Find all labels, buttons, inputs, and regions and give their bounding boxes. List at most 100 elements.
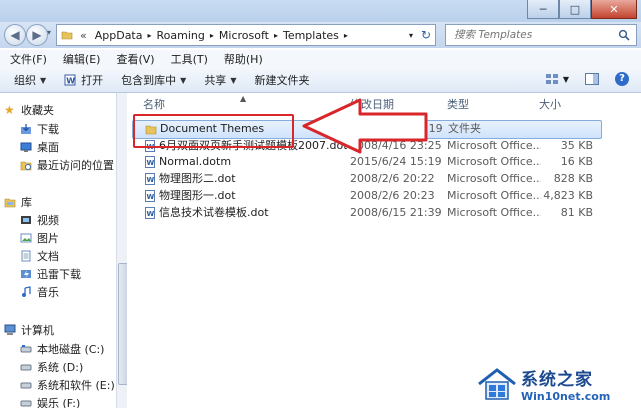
chevron-down-icon: ▼ [230,75,237,85]
sidebar-item-drive-e[interactable]: 系统和软件 (E:) [20,377,115,393]
new-folder-button[interactable]: 新建文件夹 [254,72,309,88]
column-header-size[interactable]: 大小 [539,95,561,113]
star-icon: ★ [4,103,15,117]
sidebar-item-drive-d[interactable]: 系统 (D:) [20,359,83,375]
file-row[interactable]: W Normal.dotm 2015/6/24 15:19 Microsoft … [127,154,641,170]
sidebar-item-documents[interactable]: 文档 [20,248,59,264]
recent-pages-dropdown[interactable]: ▾ [47,28,51,37]
sidebar-item-thunder-downloads[interactable]: 迅雷下载 [20,266,81,282]
word-template-icon: W [145,156,155,168]
file-type: 文件夹 [448,122,481,135]
breadcrumb-microsoft[interactable]: Microsoft [219,29,269,42]
new-folder-label: 新建文件夹 [254,74,310,87]
file-row[interactable]: W 信息技术试卷模板.dot 2008/6/15 21:39 Microsoft… [127,205,641,221]
file-size: 81 KB [560,206,593,219]
sidebar-item-downloads[interactable]: 下载 [20,121,59,137]
word-template-icon: W [145,207,155,219]
file-type: Microsoft Office... [447,155,541,168]
breadcrumb-separator[interactable]: ▸ [344,31,348,40]
change-view-button[interactable]: ▼ [545,73,569,85]
svg-text:W: W [66,77,75,86]
sidebar-item-desktop[interactable]: 桌面 [20,139,59,155]
search-input[interactable] [452,28,606,42]
drive-icon [20,382,32,389]
include-in-library-button[interactable]: 包含到库中 ▼ [121,72,186,88]
column-header-name[interactable]: 名称 [143,95,165,113]
sidebar-item-drive-c[interactable]: 本地磁盘 (C:) [20,341,104,357]
sidebar-item-drive-f[interactable]: 娱乐 (F:) [20,395,80,408]
breadcrumb-separator[interactable]: ▸ [148,31,152,40]
sidebar-item-label: 系统和软件 (E:) [37,379,115,392]
file-name: 物理图形二.dot [159,172,236,185]
file-type: Microsoft Office... [447,206,541,219]
highlight-box [133,114,294,148]
address-history-dropdown[interactable]: ▾ [409,31,413,40]
sidebar-item-pictures[interactable]: 图片 [20,230,59,246]
address-overflow[interactable]: « [80,29,87,42]
file-row[interactable]: W 物理图形二.dot 2008/2/6 20:22 Microsoft Off… [127,171,641,187]
minimize-button[interactable]: ─ [527,0,559,19]
view-icon [545,74,558,84]
sidebar-item-recent-places[interactable]: 最近访问的位置 [20,157,114,173]
svg-text:W: W [147,210,155,218]
preview-pane-icon [585,73,599,85]
magnifier-icon[interactable] [618,29,630,41]
preview-pane-button[interactable] [585,73,599,88]
desktop-icon [20,142,32,152]
menu-file[interactable]: 文件(F) [10,51,47,67]
sidebar-group-favorites[interactable]: ★ 收藏夹 [4,102,54,118]
command-bar: 组织 ▼ W 打开 包含到库中 ▼ 共享 ▼ 新建文件夹 ▼ ? [0,68,641,93]
menu-tools[interactable]: 工具(T) [171,51,208,67]
address-bar[interactable]: « AppData ▸ Roaming ▸ Microsoft ▸ Templa… [56,24,436,46]
sidebar-group-libraries[interactable]: 库 [4,194,32,210]
organize-button[interactable]: 组织 ▼ [14,72,46,88]
forward-arrow-icon: ▶ [32,28,42,42]
file-date: 2008/2/6 20:23 [350,189,435,202]
file-type: Microsoft Office... [447,172,541,185]
back-button[interactable]: ◀ [4,24,26,46]
sidebar-group-computer[interactable]: 计算机 [4,322,54,338]
sidebar-item-videos[interactable]: 视频 [20,212,59,228]
sidebar-item-label: 娱乐 (F:) [37,397,81,408]
navigation-pane-scrollbar[interactable] [116,93,128,408]
open-label: 打开 [81,74,104,87]
file-name: Normal.dotm [159,155,232,168]
sidebar-item-label: 音乐 [37,286,59,299]
watermark-title: 系统之家 [521,370,593,390]
navigation-pane: ★ 收藏夹 下载 桌面 最近访问的位置 库 视频 图片 文档 迅雷下载 音乐 计算… [0,93,116,408]
share-button[interactable]: 共享 ▼ [204,72,236,88]
svg-text:W: W [147,159,155,167]
breadcrumb-separator[interactable]: ▸ [274,31,278,40]
sidebar-item-label: 图片 [37,232,59,245]
breadcrumb-templates[interactable]: Templates [283,29,339,42]
drive-icon [20,400,32,407]
file-row[interactable]: W 物理图形一.dot 2008/2/6 20:23 Microsoft Off… [127,188,641,204]
file-date: 2008/6/15 21:39 [350,206,442,219]
file-name: 物理图形一.dot [159,189,236,202]
close-button[interactable]: ✕ [591,0,637,19]
refresh-icon[interactable]: ↻ [421,28,431,42]
help-icon[interactable]: ? [615,72,629,86]
menu-help[interactable]: 帮助(H) [224,51,263,67]
documents-icon [21,250,31,262]
word-template-icon: W [145,190,155,202]
search-box[interactable] [445,24,637,46]
maximize-button[interactable]: □ [559,0,591,19]
column-header-type[interactable]: 类型 [447,95,469,113]
organize-label: 组织 [14,74,36,87]
sidebar-item-label: 文档 [37,250,59,263]
file-type: Microsoft Office... [447,189,541,202]
open-button[interactable]: W 打开 [64,72,103,88]
menu-view[interactable]: 查看(V) [116,51,154,67]
forward-button[interactable]: ▶ [26,24,48,46]
breadcrumb-appdata[interactable]: AppData [95,29,143,42]
music-icon [22,286,31,297]
menu-edit[interactable]: 编辑(E) [63,51,101,67]
breadcrumb-separator[interactable]: ▸ [210,31,214,40]
sidebar-item-label: 系统 (D:) [37,361,84,374]
recent-places-icon [20,161,32,171]
breadcrumb-roaming[interactable]: Roaming [157,29,205,42]
sidebar-item-music[interactable]: 音乐 [20,284,59,300]
file-name: 信息技术试卷模板.dot [159,206,269,219]
video-icon [21,216,31,224]
